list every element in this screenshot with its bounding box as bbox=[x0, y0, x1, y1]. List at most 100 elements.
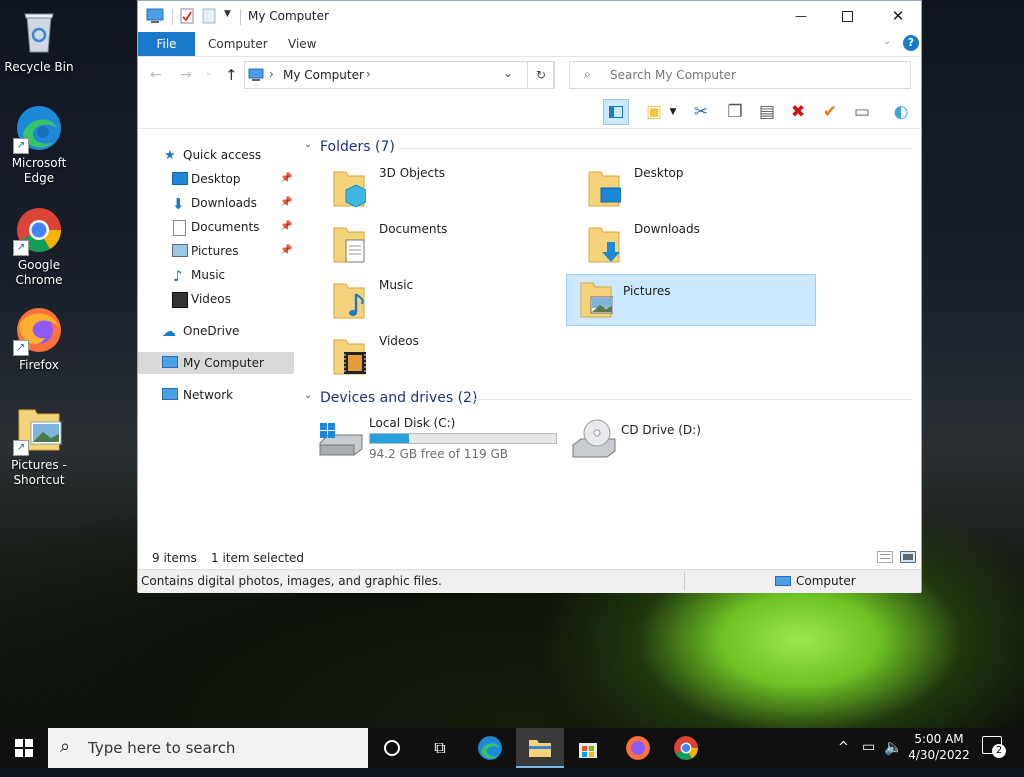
clock-date: 4/30/2022 bbox=[908, 748, 970, 762]
paste-button[interactable]: ▤ bbox=[754, 99, 780, 125]
notification-count-badge: 2 bbox=[992, 744, 1006, 758]
folder-item-music[interactable]: Music bbox=[308, 276, 558, 328]
breadcrumb-my-computer[interactable]: My Computer bbox=[283, 68, 364, 82]
folder-item-documents[interactable]: Documents bbox=[308, 220, 558, 272]
desktop-icon-microsoft-edge[interactable]: ↗ Microsoft Edge bbox=[4, 104, 74, 186]
item-label: Videos bbox=[379, 334, 419, 348]
taskbar-search-box[interactable]: ⌕ Type here to search bbox=[48, 728, 368, 768]
tab-computer[interactable]: Computer bbox=[208, 32, 268, 56]
folder-item-pictures[interactable]: Pictures bbox=[566, 274, 816, 326]
taskbar-firefox-button[interactable] bbox=[614, 728, 662, 768]
nav-item-pictures[interactable]: Pictures 📌 bbox=[138, 240, 294, 262]
taskbar-file-explorer-button[interactable] bbox=[516, 728, 564, 768]
new-item-button[interactable]: ▣ bbox=[641, 99, 667, 125]
clipboard-icon: ▤ bbox=[758, 102, 776, 122]
item-label: Documents bbox=[379, 222, 448, 236]
hard-drive-icon bbox=[319, 423, 363, 456]
new-folder-icon[interactable] bbox=[202, 8, 216, 24]
pin-icon: 📌 bbox=[280, 221, 293, 232]
refresh-button[interactable]: ↻ bbox=[527, 61, 555, 89]
collapse-chevron-icon[interactable]: ⌄ bbox=[304, 390, 312, 401]
forward-arrow-icon[interactable]: → bbox=[180, 67, 192, 83]
address-bar[interactable]: › My Computer › ⌄ bbox=[244, 61, 554, 89]
shell-icon: ◐ bbox=[893, 102, 909, 122]
taskbar-edge-button[interactable] bbox=[466, 728, 514, 768]
breadcrumb-separator-icon[interactable]: › bbox=[366, 67, 371, 81]
expand-ribbon-chevron-icon[interactable]: ⌄ bbox=[883, 36, 891, 47]
address-dropdown-chevron-icon[interactable]: ⌄ bbox=[503, 66, 513, 80]
properties-icon: ▭ bbox=[853, 102, 871, 122]
nav-label: Quick access bbox=[183, 148, 262, 162]
properties-icon[interactable] bbox=[180, 8, 194, 24]
nav-item-desktop[interactable]: Desktop 📌 bbox=[138, 168, 294, 190]
folder-item-videos[interactable]: Videos bbox=[308, 332, 558, 384]
details-view-button[interactable] bbox=[877, 551, 893, 563]
window-title: My Computer bbox=[248, 9, 329, 23]
network-status-icon[interactable]: ▭ bbox=[862, 739, 875, 755]
preview-pane-button[interactable] bbox=[603, 99, 629, 125]
desktop-icon-recycle-bin[interactable]: Recycle Bin bbox=[4, 8, 74, 75]
network-icon bbox=[162, 388, 178, 400]
address-row: ← → ⌄ ↑ › My Computer › ⌄ ↻ ⌕ Search My … bbox=[138, 57, 921, 95]
properties-button[interactable]: ▭ bbox=[849, 99, 875, 125]
nav-my-computer[interactable]: My Computer bbox=[138, 352, 294, 374]
search-icon: ⌕ bbox=[584, 67, 591, 81]
volume-icon[interactable]: 🔈 bbox=[884, 738, 903, 756]
taskbar-store-button[interactable] bbox=[564, 728, 612, 768]
desktop-icon-pictures-shortcut[interactable]: ↗ Pictures - Shortcut bbox=[4, 406, 74, 488]
nav-network[interactable]: Network bbox=[138, 384, 294, 406]
folder-item-downloads[interactable]: Downloads bbox=[563, 220, 813, 272]
nav-item-music[interactable]: ♪ Music bbox=[138, 264, 294, 286]
recent-locations-chevron-icon[interactable]: ⌄ bbox=[205, 68, 213, 78]
nav-onedrive[interactable]: ☁ OneDrive bbox=[138, 320, 294, 342]
folder-documents-icon bbox=[333, 227, 365, 263]
music-note-icon: ♪ bbox=[173, 267, 183, 285]
tab-view[interactable]: View bbox=[288, 32, 316, 56]
share-button[interactable]: ◐ bbox=[888, 99, 914, 125]
delete-button[interactable]: ✖ bbox=[785, 99, 811, 125]
group-header-devices[interactable]: Devices and drives (2) bbox=[320, 387, 477, 409]
collapse-chevron-icon[interactable]: ⌄ bbox=[304, 139, 312, 150]
close-button[interactable]: ✕ bbox=[878, 5, 918, 27]
help-icon[interactable]: ? bbox=[903, 35, 919, 51]
rename-button[interactable]: ✔ bbox=[817, 99, 843, 125]
back-arrow-icon[interactable]: ← bbox=[150, 67, 162, 83]
new-item-chevron-icon[interactable]: ▼ bbox=[666, 99, 680, 125]
group-header-folders[interactable]: Folders (7) bbox=[320, 136, 395, 158]
divider bbox=[240, 9, 241, 25]
item-label: Pictures bbox=[623, 284, 671, 298]
desktop-icon bbox=[172, 172, 188, 185]
start-button[interactable] bbox=[0, 728, 48, 768]
status-bar: Contains digital photos, images, and gra… bbox=[138, 569, 921, 593]
taskbar-chrome-button[interactable] bbox=[662, 728, 710, 768]
drive-item-local-disk[interactable]: Local Disk (C:) 94.2 GB free of 119 GB bbox=[308, 413, 558, 465]
show-hidden-icons-chevron-icon[interactable]: ^ bbox=[838, 740, 849, 755]
nav-quick-access[interactable]: ★ Quick access bbox=[138, 144, 294, 166]
copy-button[interactable]: ❐ bbox=[722, 99, 748, 125]
cloud-icon: ☁ bbox=[162, 324, 176, 340]
task-view-button[interactable]: ⧉ bbox=[416, 728, 464, 768]
computer-icon bbox=[146, 8, 164, 23]
cortana-button[interactable] bbox=[368, 728, 416, 768]
nav-label: My Computer bbox=[183, 356, 264, 370]
nav-item-documents[interactable]: Documents 📌 bbox=[138, 216, 294, 238]
search-box[interactable]: ⌕ Search My Computer bbox=[569, 61, 911, 89]
minimize-button[interactable]: — bbox=[786, 5, 816, 27]
desktop-icon-google-chrome[interactable]: ↗ Google Chrome bbox=[4, 206, 74, 288]
cut-button[interactable]: ✂ bbox=[688, 99, 714, 125]
folder-item-3d-objects[interactable]: 3D Objects bbox=[308, 164, 558, 216]
maximize-button[interactable] bbox=[832, 5, 862, 27]
folder-item-desktop[interactable]: Desktop bbox=[563, 164, 813, 216]
large-icons-view-button[interactable] bbox=[900, 551, 916, 563]
nav-label: Pictures bbox=[191, 244, 239, 258]
nav-item-downloads[interactable]: ⬇ Downloads 📌 bbox=[138, 192, 294, 214]
customize-quick-access-chevron-icon[interactable]: ▼ bbox=[224, 9, 231, 19]
nav-item-videos[interactable]: Videos bbox=[138, 288, 294, 310]
tab-file[interactable]: File bbox=[138, 32, 195, 56]
desktop-icon-firefox[interactable]: ↗ Firefox bbox=[4, 306, 74, 373]
up-arrow-icon[interactable]: ↑ bbox=[225, 66, 238, 84]
item-label: 3D Objects bbox=[379, 166, 446, 180]
action-center-button[interactable]: 2 bbox=[982, 736, 1006, 760]
drive-item-cd-drive[interactable]: CD Drive (D:) bbox=[563, 413, 813, 465]
clock[interactable]: 5:00 AM 4/30/2022 bbox=[906, 731, 972, 763]
